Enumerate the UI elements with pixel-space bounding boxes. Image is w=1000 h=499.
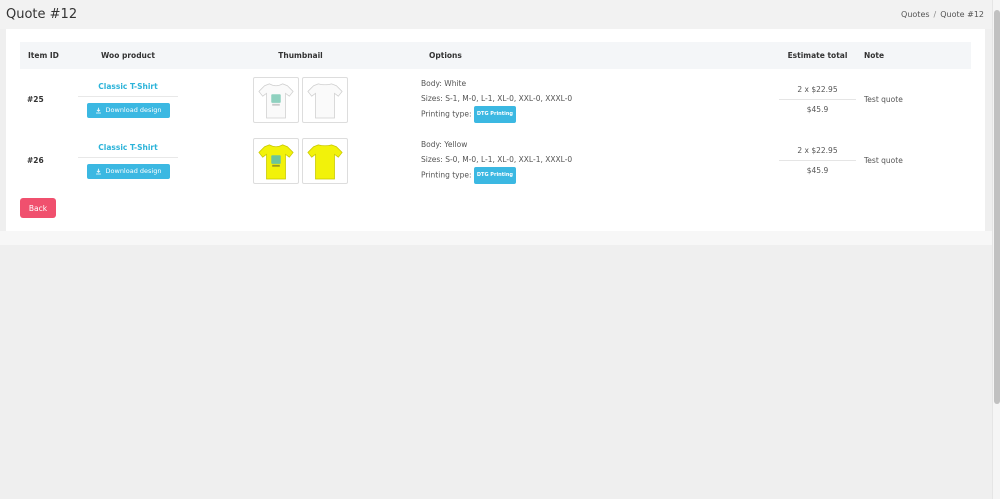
- printing-type-badge: DTG Printing: [473, 106, 516, 123]
- estimate-total: $45.9: [806, 166, 829, 175]
- tshirt-back-icon: [307, 143, 343, 179]
- product-link[interactable]: Classic T-Shirt: [78, 143, 178, 152]
- vertical-scrollbar[interactable]: [992, 0, 1000, 499]
- option-sizes: Sizes: S-1, M-0, L-1, XL-0, XXL-0, XXXL-…: [421, 94, 573, 103]
- page-header: Quote #12 Quotes / Quote #12: [0, 0, 992, 29]
- breadcrumb-current: Quote #12: [940, 10, 984, 19]
- printing-type-label: Printing type:: [421, 170, 472, 180]
- estimate-total: $45.9: [806, 105, 829, 114]
- printing-type-label: Printing type:: [421, 109, 472, 119]
- item-id: #25: [27, 95, 44, 104]
- column-header-item-id: Item ID: [28, 51, 59, 60]
- printing-type-badge: DTG Printing: [473, 167, 516, 184]
- option-printing-type: Printing type: DTG Printing: [421, 106, 779, 123]
- download-icon: [95, 107, 101, 113]
- thumbnail-front[interactable]: [253, 137, 299, 184]
- tshirt-front-icon: [258, 82, 294, 118]
- option-body: Body: Yellow: [421, 140, 468, 149]
- download-design-button[interactable]: Download design: [86, 102, 170, 118]
- table-header-row: Item ID Woo product Thumbnail Options Es…: [20, 42, 971, 69]
- tshirt-back-icon: [307, 82, 343, 118]
- note: Test quote: [864, 95, 903, 104]
- column-header-options: Options: [429, 51, 462, 60]
- download-label: Download design: [105, 167, 162, 175]
- note: Test quote: [864, 156, 903, 165]
- thumbnail-back[interactable]: [302, 137, 348, 184]
- table-row: #26 Classic T-Shirt Download design Body…: [20, 130, 971, 191]
- breadcrumb-quotes-link[interactable]: Quotes: [901, 10, 930, 19]
- column-header-estimate-total: Estimate total: [787, 51, 848, 60]
- page-title: Quote #12: [6, 7, 78, 22]
- quote-card: Item ID Woo product Thumbnail Options Es…: [6, 29, 985, 231]
- footer-band: [0, 231, 992, 245]
- thumbnail-front[interactable]: [253, 76, 299, 123]
- breadcrumb-separator: /: [933, 10, 937, 19]
- column-header-thumbnail: Thumbnail: [278, 51, 323, 60]
- option-printing-type: Printing type: DTG Printing: [421, 167, 779, 184]
- back-button[interactable]: Back: [20, 198, 56, 218]
- quote-items-table: Item ID Woo product Thumbnail Options Es…: [20, 42, 971, 191]
- estimate-quantity: 2 x $22.95: [779, 85, 856, 100]
- tshirt-front-icon: [258, 143, 294, 179]
- download-icon: [95, 168, 101, 174]
- estimate-quantity: 2 x $22.95: [779, 146, 856, 161]
- thumbnail-back[interactable]: [302, 76, 348, 123]
- table-row: #25 Classic T-Shirt Download design Body…: [20, 69, 971, 130]
- divider: [78, 156, 178, 158]
- item-id: #26: [27, 156, 44, 165]
- option-body: Body: White: [421, 79, 467, 88]
- product-link[interactable]: Classic T-Shirt: [78, 82, 178, 91]
- column-header-woo-product: Woo product: [101, 51, 155, 60]
- option-sizes: Sizes: S-0, M-0, L-1, XL-0, XXL-1, XXXL-…: [421, 155, 573, 164]
- download-label: Download design: [105, 106, 162, 114]
- scrollbar-thumb[interactable]: [994, 10, 1000, 404]
- breadcrumb: Quotes / Quote #12: [901, 10, 984, 19]
- download-design-button[interactable]: Download design: [86, 163, 170, 179]
- divider: [78, 95, 178, 97]
- column-header-note: Note: [864, 51, 885, 60]
